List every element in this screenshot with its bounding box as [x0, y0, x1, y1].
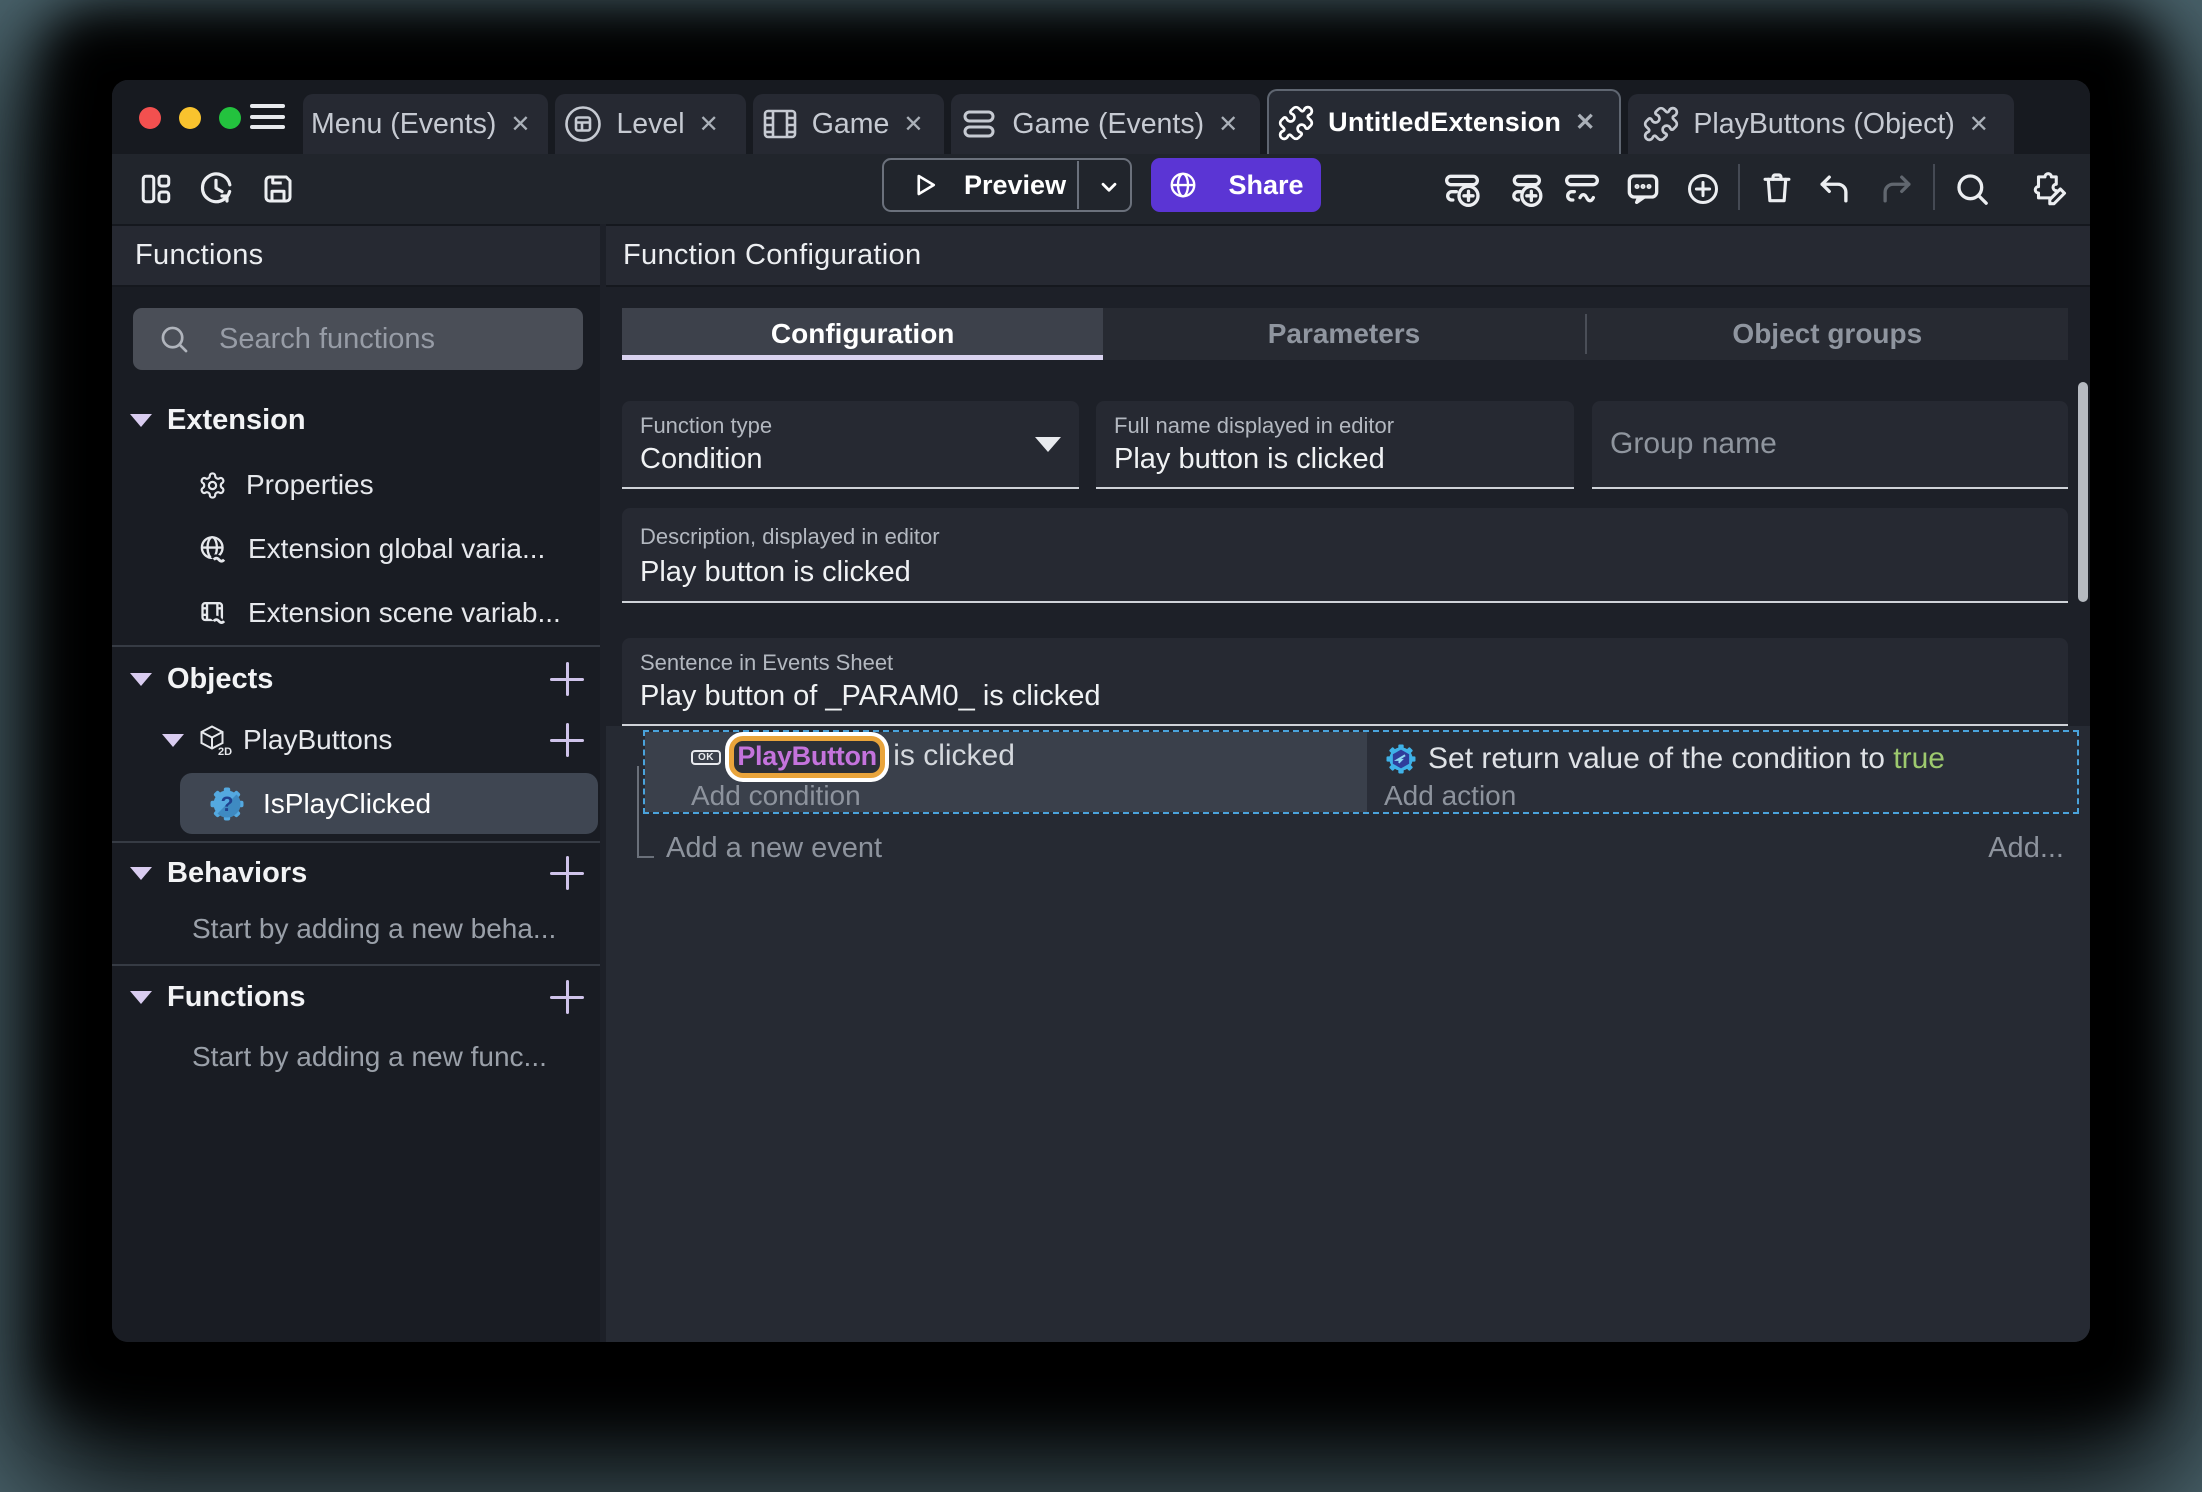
svg-text:?: ?	[221, 793, 234, 816]
svg-text:2D: 2D	[218, 746, 232, 758]
